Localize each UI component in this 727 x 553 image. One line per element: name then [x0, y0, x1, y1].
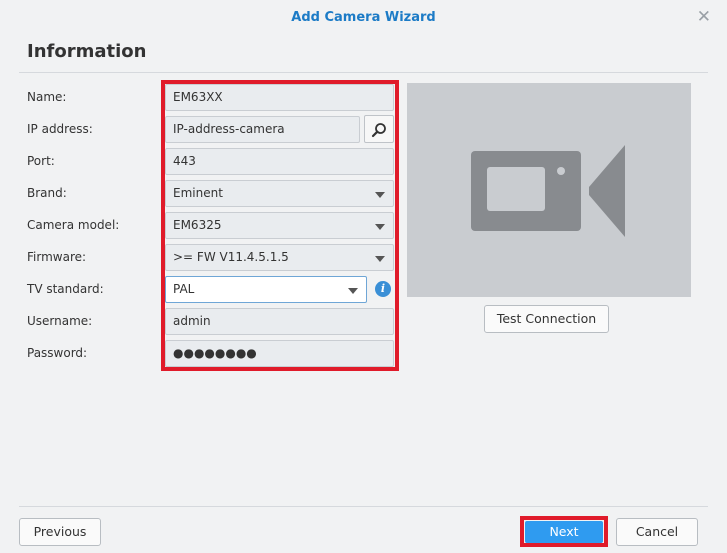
port-label: Port: — [27, 154, 55, 168]
ip-address-label: IP address: — [27, 122, 93, 136]
brand-label: Brand: — [27, 186, 67, 200]
camera-preview — [407, 83, 691, 297]
title-bar: Add Camera Wizard ✕ — [0, 0, 727, 34]
fields-highlight-box — [161, 80, 399, 371]
section-title: Information — [27, 41, 147, 62]
test-connection-button[interactable]: Test Connection — [484, 305, 609, 333]
divider — [19, 72, 708, 73]
name-label: Name: — [27, 90, 67, 104]
next-button[interactable]: Next — [525, 521, 603, 543]
video-camera-icon — [471, 145, 625, 237]
username-label: Username: — [27, 314, 93, 328]
window-title: Add Camera Wizard — [291, 10, 436, 25]
footer-divider — [19, 506, 708, 507]
firmware-label: Firmware: — [27, 250, 87, 264]
close-icon[interactable]: ✕ — [697, 7, 711, 27]
camera-model-label: Camera model: — [27, 218, 120, 232]
tv-standard-label: TV standard: — [27, 282, 104, 296]
previous-button[interactable]: Previous — [19, 518, 101, 546]
cancel-button[interactable]: Cancel — [616, 518, 698, 546]
password-label: Password: — [27, 346, 88, 360]
